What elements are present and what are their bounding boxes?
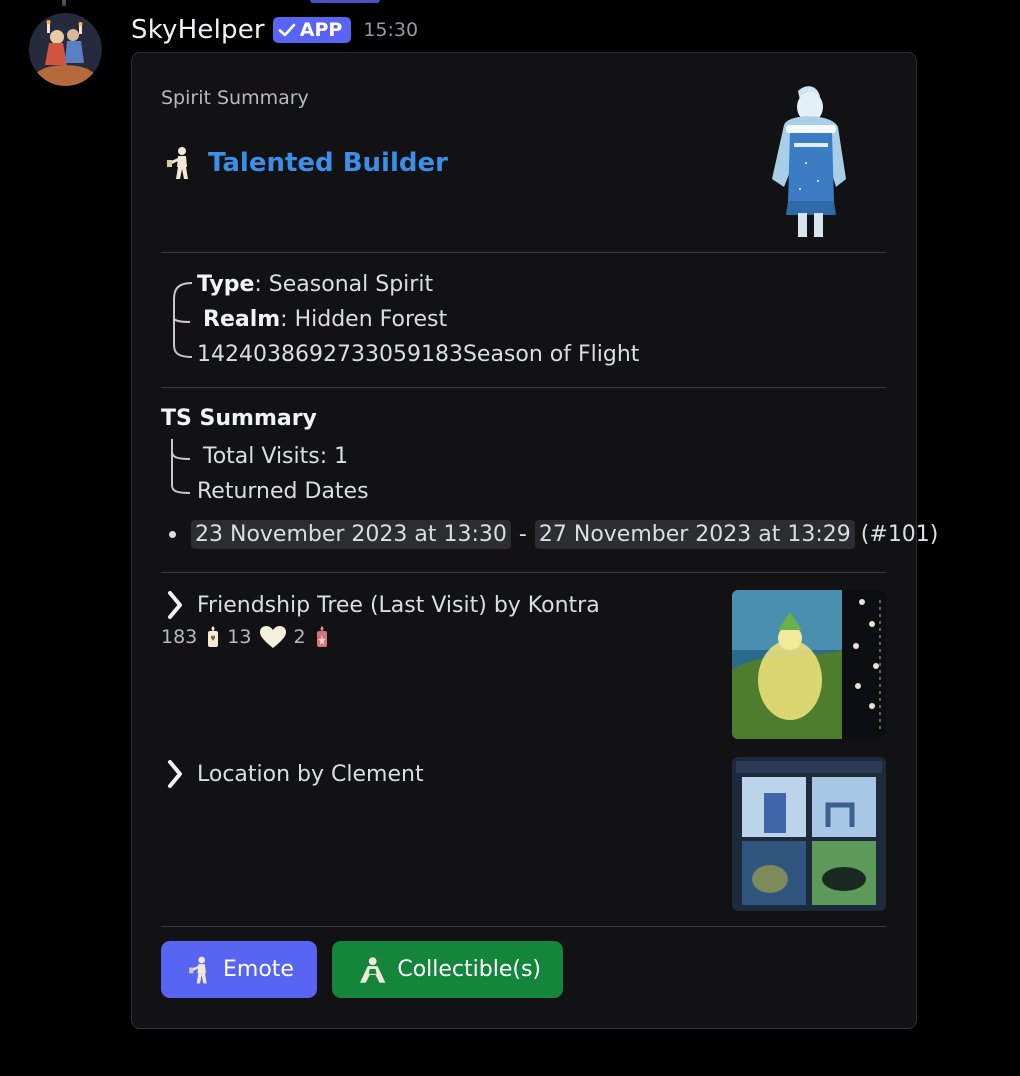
ts-summary-title: TS Summary [161, 406, 317, 431]
verified-check-icon [278, 23, 296, 37]
avatar-art [29, 13, 101, 86]
divider [161, 572, 886, 573]
type-value: : Seasonal Spirit [254, 272, 434, 297]
emote-button-label: Emote [223, 957, 294, 982]
bullet [169, 530, 176, 538]
location-label: Location by Clement [197, 761, 424, 787]
friendship-tree-image[interactable] [732, 590, 886, 739]
collectibles-button[interactable]: Collectible(s) [332, 941, 563, 998]
season-field: 1424038692733059183 Season of Flight [168, 337, 639, 372]
action-buttons: Emote Collectible(s) [161, 941, 578, 998]
season-name: Season of Flight [462, 342, 640, 367]
app-badge-label: APP [299, 19, 343, 41]
friendship-tree-label: Friendship Tree (Last Visit) by Kontra [197, 592, 600, 618]
type-field: Type: Seasonal Spirit [168, 267, 639, 302]
heart-count: 13 [227, 626, 252, 648]
candle-count: 183 [161, 626, 198, 648]
emote-button[interactable]: Emote [161, 941, 317, 998]
divider [161, 387, 886, 388]
thread-line [62, 0, 66, 6]
previous-message-edge [310, 0, 380, 3]
friendship-tree-row: Friendship Tree (Last Visit) by Kontra [165, 590, 600, 620]
spirit-fields: Type: Seasonal Spirit Realm: Hidden Fore… [168, 267, 639, 372]
friendship-tree-art [732, 590, 886, 739]
ts-summary-lines: Total Visits: 1 Returned Dates [168, 439, 369, 509]
ascended-candle-count: 2 [293, 626, 306, 648]
chevron-right-icon [168, 591, 182, 619]
location-map-art [732, 757, 886, 911]
realm-value: : Hidden Forest [280, 307, 448, 332]
visit-number: (#101) [860, 521, 939, 547]
message-header: SkyHelper APP 15:30 [131, 10, 418, 50]
chevron-right-icon [168, 760, 182, 788]
date-separator: - [518, 521, 527, 547]
spirit-figure-image [772, 86, 846, 237]
returned-dates-label: Returned Dates [197, 479, 369, 504]
embed-author: Spirit Summary [161, 87, 309, 109]
returned-dates-item: 23 November 2023 at 13:30 - 27 November … [169, 516, 938, 552]
season-id: 1424038692733059183 [197, 342, 463, 367]
candle-icon [208, 626, 219, 647]
date-from[interactable]: 23 November 2023 at 13:30 [191, 519, 511, 549]
divider [161, 926, 886, 927]
collectibles-button-label: Collectible(s) [397, 957, 541, 982]
spirit-thumbnail[interactable] [766, 83, 856, 237]
avatar[interactable] [29, 13, 102, 86]
heart-icon [260, 626, 287, 648]
timestamp[interactable]: 15:30 [363, 19, 418, 41]
realm-label: Realm [203, 307, 281, 332]
builder-emote-icon [189, 956, 207, 983]
type-label: Type [197, 272, 255, 297]
total-visits: Total Visits: 1 [203, 444, 349, 469]
ascended-candle-icon [316, 626, 327, 647]
builder-emote-icon [167, 147, 188, 179]
friendship-tree-costs: 183 13 2 [161, 625, 336, 649]
embed-title-row: Talented Builder [165, 145, 448, 181]
cape-icon [359, 956, 386, 983]
app-badge: APP [272, 17, 352, 43]
embed-title[interactable]: Talented Builder [208, 148, 448, 178]
date-to[interactable]: 27 November 2023 at 13:29 [534, 519, 855, 549]
username[interactable]: SkyHelper [131, 15, 265, 45]
embed: Spirit Summary Talented Builder Type: S… [131, 52, 938, 1029]
realm-field: Realm: Hidden Forest [168, 302, 639, 337]
location-row: Location by Clement [165, 759, 424, 789]
location-image[interactable] [732, 757, 886, 911]
divider [161, 252, 886, 253]
